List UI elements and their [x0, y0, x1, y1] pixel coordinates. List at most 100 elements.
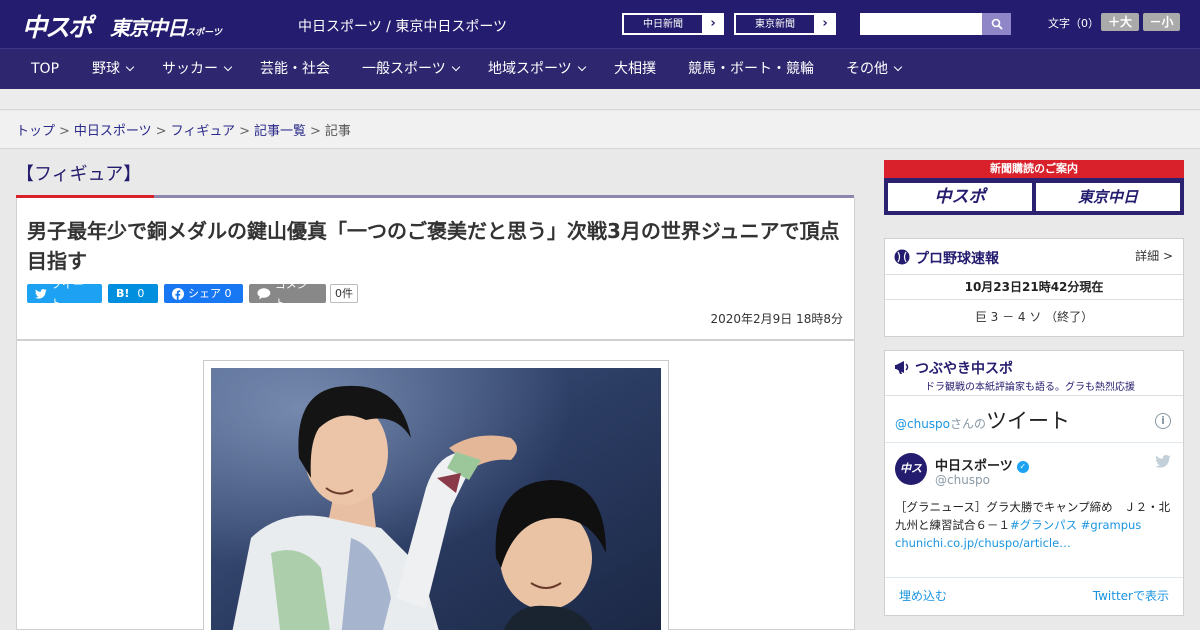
tokyo-chunichi-logo[interactable]: 東京中日スポーツ [110, 12, 222, 41]
divider [885, 577, 1183, 578]
breadcrumb: トップ > 中日スポーツ > フィギュア > 記事一覧 > 記事 [0, 111, 1200, 149]
facebook-share-button[interactable]: シェア 0 [164, 284, 243, 303]
subscription-banner[interactable]: 新聞購読のご案内 中スポ 東京中日 [884, 160, 1184, 215]
nav-label: サッカー [162, 61, 218, 77]
baseball-score[interactable]: 巨 3 － 4 ソ （終了） [885, 300, 1183, 334]
tweet-owner-handle[interactable]: @chuspo [895, 417, 950, 431]
category-title: 【フィギュア】 [16, 164, 142, 185]
chuspo-logo[interactable]: 中スポ [22, 8, 93, 44]
search-input[interactable] [860, 13, 982, 35]
tweet-button[interactable]: ツイート [27, 278, 102, 310]
tweet-hashtags[interactable]: #グランパス #grampus [1010, 518, 1141, 532]
site-header: 中スポ 東京中日スポーツ 中日スポーツ / 東京中日スポーツ 中日新聞 › 東京… [0, 0, 1200, 48]
hatena-bookmark-button[interactable]: B! 0 [108, 284, 158, 303]
article-photo-container [16, 340, 855, 630]
tokyo-logo-sub: スポーツ [186, 28, 222, 38]
chevron-down-icon [125, 62, 135, 72]
breadcrumb-article-list[interactable]: 記事一覧 [254, 124, 306, 139]
main-nav: TOP 野球 サッカー 芸能・社会 一般スポーツ 地域スポーツ 大相撲 競馬・ボ… [0, 48, 1200, 89]
tokyo-shimbun-label: 東京新聞 [735, 14, 815, 34]
nav-label: その他 [846, 61, 888, 77]
speech-bubble-icon [257, 287, 271, 299]
breadcrumb-separator: > [155, 124, 167, 139]
nav-label: 競馬・ボート・競輪 [688, 61, 814, 77]
nav-item-baseball[interactable]: 野球 [92, 49, 135, 90]
twitter-bird-icon [35, 288, 47, 299]
chevron-down-icon [893, 62, 903, 72]
tweet-author-name[interactable]: 中日スポーツ ✓ [935, 455, 1029, 474]
sub-band [0, 89, 1200, 110]
baseball-icon [894, 249, 910, 265]
tweet-widget-title: つぶやき中スポ [915, 361, 1013, 377]
tokyo-shimbun-link[interactable]: 東京新聞 › [734, 13, 836, 35]
comment-label: コメント [274, 277, 308, 310]
megaphone-icon [895, 361, 909, 374]
baseball-widget-header: プロ野球速報 詳細 > [885, 239, 1183, 275]
nav-item-local-sports[interactable]: 地域スポーツ [488, 49, 586, 90]
tweet-owner-line: @chuspoさんのツイート [895, 405, 1070, 435]
breadcrumb-figure[interactable]: フィギュア [171, 124, 235, 139]
chevron-right-icon: › [710, 16, 716, 31]
breadcrumb-top[interactable]: トップ [16, 124, 55, 139]
nav-label: 野球 [92, 61, 120, 77]
nav-item-sumo[interactable]: 大相撲 [614, 49, 656, 90]
photo-frame [203, 360, 669, 630]
chunichi-shimbun-label: 中日新聞 [623, 14, 703, 34]
comment-count: 0件 [330, 284, 358, 303]
hatena-count: 0 [137, 287, 145, 300]
tweet-owner-san: さんの [950, 417, 987, 431]
nav-item-soccer[interactable]: サッカー [162, 49, 233, 90]
tweet-link[interactable]: chunichi.co.jp/chuspo/article… [895, 536, 1071, 550]
subscription-banner-title: 新聞購読のご案内 [884, 160, 1184, 178]
twitter-bird-icon[interactable] [1155, 455, 1171, 468]
info-icon[interactable]: i [1155, 413, 1171, 429]
baseball-detail-link[interactable]: 詳細 > [1135, 247, 1173, 264]
font-smaller-button[interactable]: －小 [1143, 13, 1180, 31]
tweet-widget-subtitle: ドラ観戦の本紙評論家も語る。グラも熱烈応援 [925, 382, 1135, 393]
baseball-score-widget: プロ野球速報 詳細 > 10月23日21時42分現在 巨 3 － 4 ソ （終了… [884, 238, 1184, 337]
tokyo-logo-main: 東京中日 [110, 16, 187, 40]
tweet-text: ［グラニュース］グラ大勝でキャンプ締め Ｊ２・北九州と練習試合６－１#グランパス… [895, 498, 1175, 552]
verified-badge-icon: ✓ [1016, 460, 1029, 473]
chunichi-shimbun-link[interactable]: 中日新聞 › [622, 13, 724, 35]
comment-button[interactable]: コメント [249, 278, 326, 310]
tweet-label: ツイート [50, 277, 84, 310]
avatar[interactable]: 中スポ [895, 453, 927, 507]
twitter-widget: つぶやき中スポ ドラ観戦の本紙評論家も語る。グラも熱烈応援 @chuspoさんの… [884, 350, 1184, 616]
article-header: 男子最年少で銅メダルの鍵山優真「一つのご褒美だと思う」次戦3月の世界ジュニアで頂… [16, 198, 855, 340]
nav-item-general-sports[interactable]: 一般スポーツ [362, 49, 460, 90]
chevron-down-icon [577, 62, 586, 72]
nav-item-entertainment[interactable]: 芸能・社会 [260, 49, 330, 90]
divider [885, 395, 1183, 396]
nav-item-top[interactable]: TOP [31, 49, 59, 90]
font-size-label: 文字（0） [1048, 17, 1099, 30]
breadcrumb-separator: > [309, 124, 321, 139]
article-photo[interactable] [211, 368, 661, 630]
nav-label: TOP [31, 61, 60, 77]
chevron-right-icon: › [822, 16, 828, 31]
chevron-down-icon [451, 62, 460, 72]
chevron-down-icon [223, 62, 233, 72]
nav-label: 一般スポーツ [362, 61, 446, 77]
search-button[interactable] [982, 13, 1011, 35]
tweet-author-label: 中日スポーツ [935, 459, 1013, 474]
breadcrumb-chunichi-sports[interactable]: 中日スポーツ [74, 124, 152, 139]
nav-label: 大相撲 [614, 61, 656, 77]
chuspo-subscribe-logo[interactable]: 中スポ [888, 183, 1032, 211]
baseball-widget-title: プロ野球速報 [915, 251, 999, 267]
facebook-icon [172, 287, 184, 300]
nav-item-other[interactable]: その他 [846, 49, 903, 90]
share-buttons: ツイート B! 0 シェア 0 コメント 0件 [27, 278, 358, 310]
tokyo-chunichi-subscribe-logo[interactable]: 東京中日 [1036, 183, 1180, 211]
skaters-photo-illustration [211, 368, 661, 630]
embed-link[interactable]: 埋め込む [899, 587, 947, 604]
facebook-label: シェア 0 [188, 287, 232, 300]
hatena-icon: B! [116, 287, 130, 300]
tweet-owner-tweets: ツイート [986, 409, 1071, 433]
tweet-author-handle[interactable]: @chuspo [935, 473, 990, 487]
view-on-twitter-link[interactable]: Twitterで表示 [1093, 587, 1169, 604]
nav-item-keiba[interactable]: 競馬・ボート・競輪 [688, 49, 814, 90]
nav-label: 地域スポーツ [488, 61, 572, 77]
nav-label: 芸能・社会 [260, 61, 330, 77]
font-bigger-button[interactable]: ＋大 [1101, 13, 1139, 31]
